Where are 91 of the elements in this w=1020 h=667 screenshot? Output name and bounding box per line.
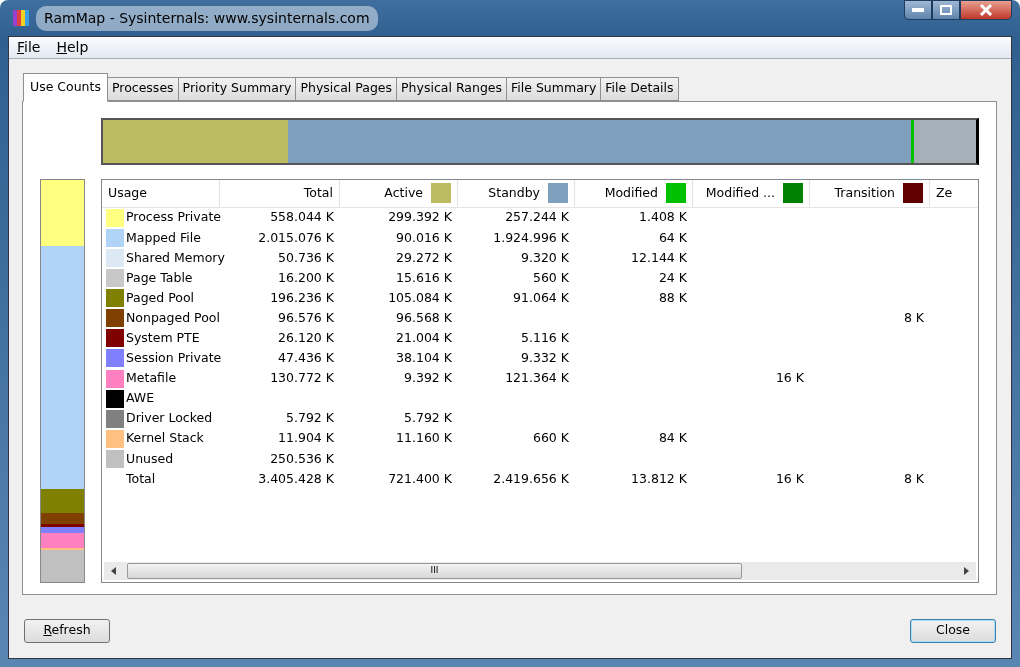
table-cell: 8 K [903, 309, 924, 325]
table-cell: 13.812 K [631, 470, 687, 486]
table-cell-text: Mapped File [126, 228, 201, 247]
close-icon [979, 4, 993, 16]
table-cell: 9.320 K [521, 249, 569, 265]
table-cell: 299.392 K [388, 209, 452, 225]
table-cell-text: Paged Pool [126, 288, 195, 307]
table-cell: 5.792 K [286, 410, 334, 426]
minimize-button[interactable] [904, 0, 932, 20]
table-cell: 2.419.656 K [493, 470, 569, 486]
column-header[interactable]: Ze [930, 179, 978, 207]
table-cell: 15.616 K [396, 269, 452, 285]
table-cell: 88 K [658, 289, 687, 305]
table-cell: 1.924.996 K [493, 229, 569, 245]
table-cell: 9.392 K [404, 370, 452, 386]
table-cell-text: Driver Locked [126, 409, 213, 428]
tab[interactable]: Processes [106, 77, 179, 101]
table-cell: 11.904 K [278, 430, 334, 446]
scroll-grip[interactable]: III [430, 564, 439, 578]
table-cell: 64 K [658, 229, 687, 245]
column-header[interactable]: Active [340, 179, 458, 207]
column-header[interactable]: Standby [458, 179, 575, 207]
table-cell: 3.405.428 K [258, 470, 334, 486]
table-cell: 47.436 K [278, 350, 334, 366]
table-cell: 250.536 K [270, 450, 334, 466]
table-cell-text: Shared Memory [126, 248, 225, 267]
app-icon [12, 8, 32, 28]
table-cell: 558.044 K [270, 209, 334, 225]
tab[interactable]: Physical Ranges [396, 77, 508, 101]
table-cell: 26.120 K [278, 330, 334, 345]
horizontal-scrollbar[interactable]: III [104, 561, 976, 580]
table-cell-text: Unused [126, 449, 174, 468]
table-cell: 84 K [658, 430, 687, 446]
table-cell: 38.104 K [396, 350, 452, 366]
table-cell: 96.568 K [396, 309, 452, 325]
table-cell: Metafile [126, 369, 177, 388]
table-cell: 96.576 K [278, 309, 334, 325]
table-cell: 2.015.076 K [258, 229, 334, 245]
column-header[interactable]: Total [220, 179, 340, 207]
table-cell: 721.400 K [388, 470, 452, 486]
table-cell: 196.236 K [270, 289, 334, 305]
menu-item[interactable]: Help [56, 37, 89, 58]
tab[interactable]: Physical Pages [295, 77, 398, 101]
scroll-left-icon[interactable] [110, 566, 118, 575]
table-cell: 560 K [532, 269, 569, 285]
table-cell: AWE [126, 389, 155, 408]
table-cell: 660 K [532, 430, 569, 446]
table-cell-text: Process Private [126, 208, 221, 227]
column-header[interactable]: Usage [102, 179, 220, 207]
window-title: RamMap - Sysinternals: www.sysinternals.com [36, 5, 378, 31]
tab[interactable]: File Details [600, 77, 679, 101]
table-cell: 8 K [903, 470, 924, 486]
table-cell: 121.364 K [505, 370, 569, 386]
scroll-right-icon[interactable] [962, 566, 970, 575]
maximize-icon [940, 5, 952, 15]
maximize-button[interactable] [932, 0, 960, 20]
table-cell-text: Page Table [126, 268, 193, 287]
close-dialog-button[interactable]: Close [910, 618, 996, 643]
column-header[interactable]: Modified [575, 179, 693, 207]
close-button[interactable] [960, 0, 1012, 20]
column-header[interactable]: Modified ... [693, 179, 810, 207]
menu-item[interactable]: File [17, 37, 41, 58]
table-cell: 130.772 K [270, 370, 334, 386]
table-cell: 12.144 K [631, 249, 687, 265]
table-cell-text: Kernel Stack [126, 429, 204, 448]
table-cell: 1.408 K [639, 209, 687, 225]
column-header[interactable]: Transition [810, 179, 930, 207]
table-cell: 11.160 K [396, 430, 452, 446]
tab[interactable]: File Summary [506, 77, 602, 101]
table-cell-text: Total [126, 469, 156, 488]
table-cell-text: System PTE [126, 329, 200, 347]
table-cell: 50.736 K [278, 249, 334, 265]
table-cell: 29.272 K [396, 249, 452, 265]
table-cell: 16 K [775, 370, 804, 386]
tab[interactable]: Use Counts [23, 73, 108, 102]
table-cell: 16 K [775, 470, 804, 486]
refresh-button[interactable]: Refresh [24, 618, 110, 643]
table-cell: 105.084 K [388, 289, 452, 305]
table-cell: 16.200 K [278, 269, 334, 285]
table-cell: 257.244 K [505, 209, 569, 225]
tab[interactable]: Priority Summary [177, 77, 297, 101]
table-cell: 5.792 K [404, 410, 452, 426]
table-cell: 90.016 K [396, 229, 452, 245]
table-cell: 21.004 K [396, 330, 452, 345]
table-cell: 91.064 K [513, 289, 569, 305]
table-cell: 5.116 K [521, 330, 569, 345]
table-cell: 9.332 K [521, 350, 569, 366]
table-cell-text: Nonpaged Pool [126, 308, 220, 327]
minimize-icon [912, 8, 924, 12]
table-cell: 24 K [658, 269, 687, 285]
table-cell: Session Private [126, 349, 222, 368]
